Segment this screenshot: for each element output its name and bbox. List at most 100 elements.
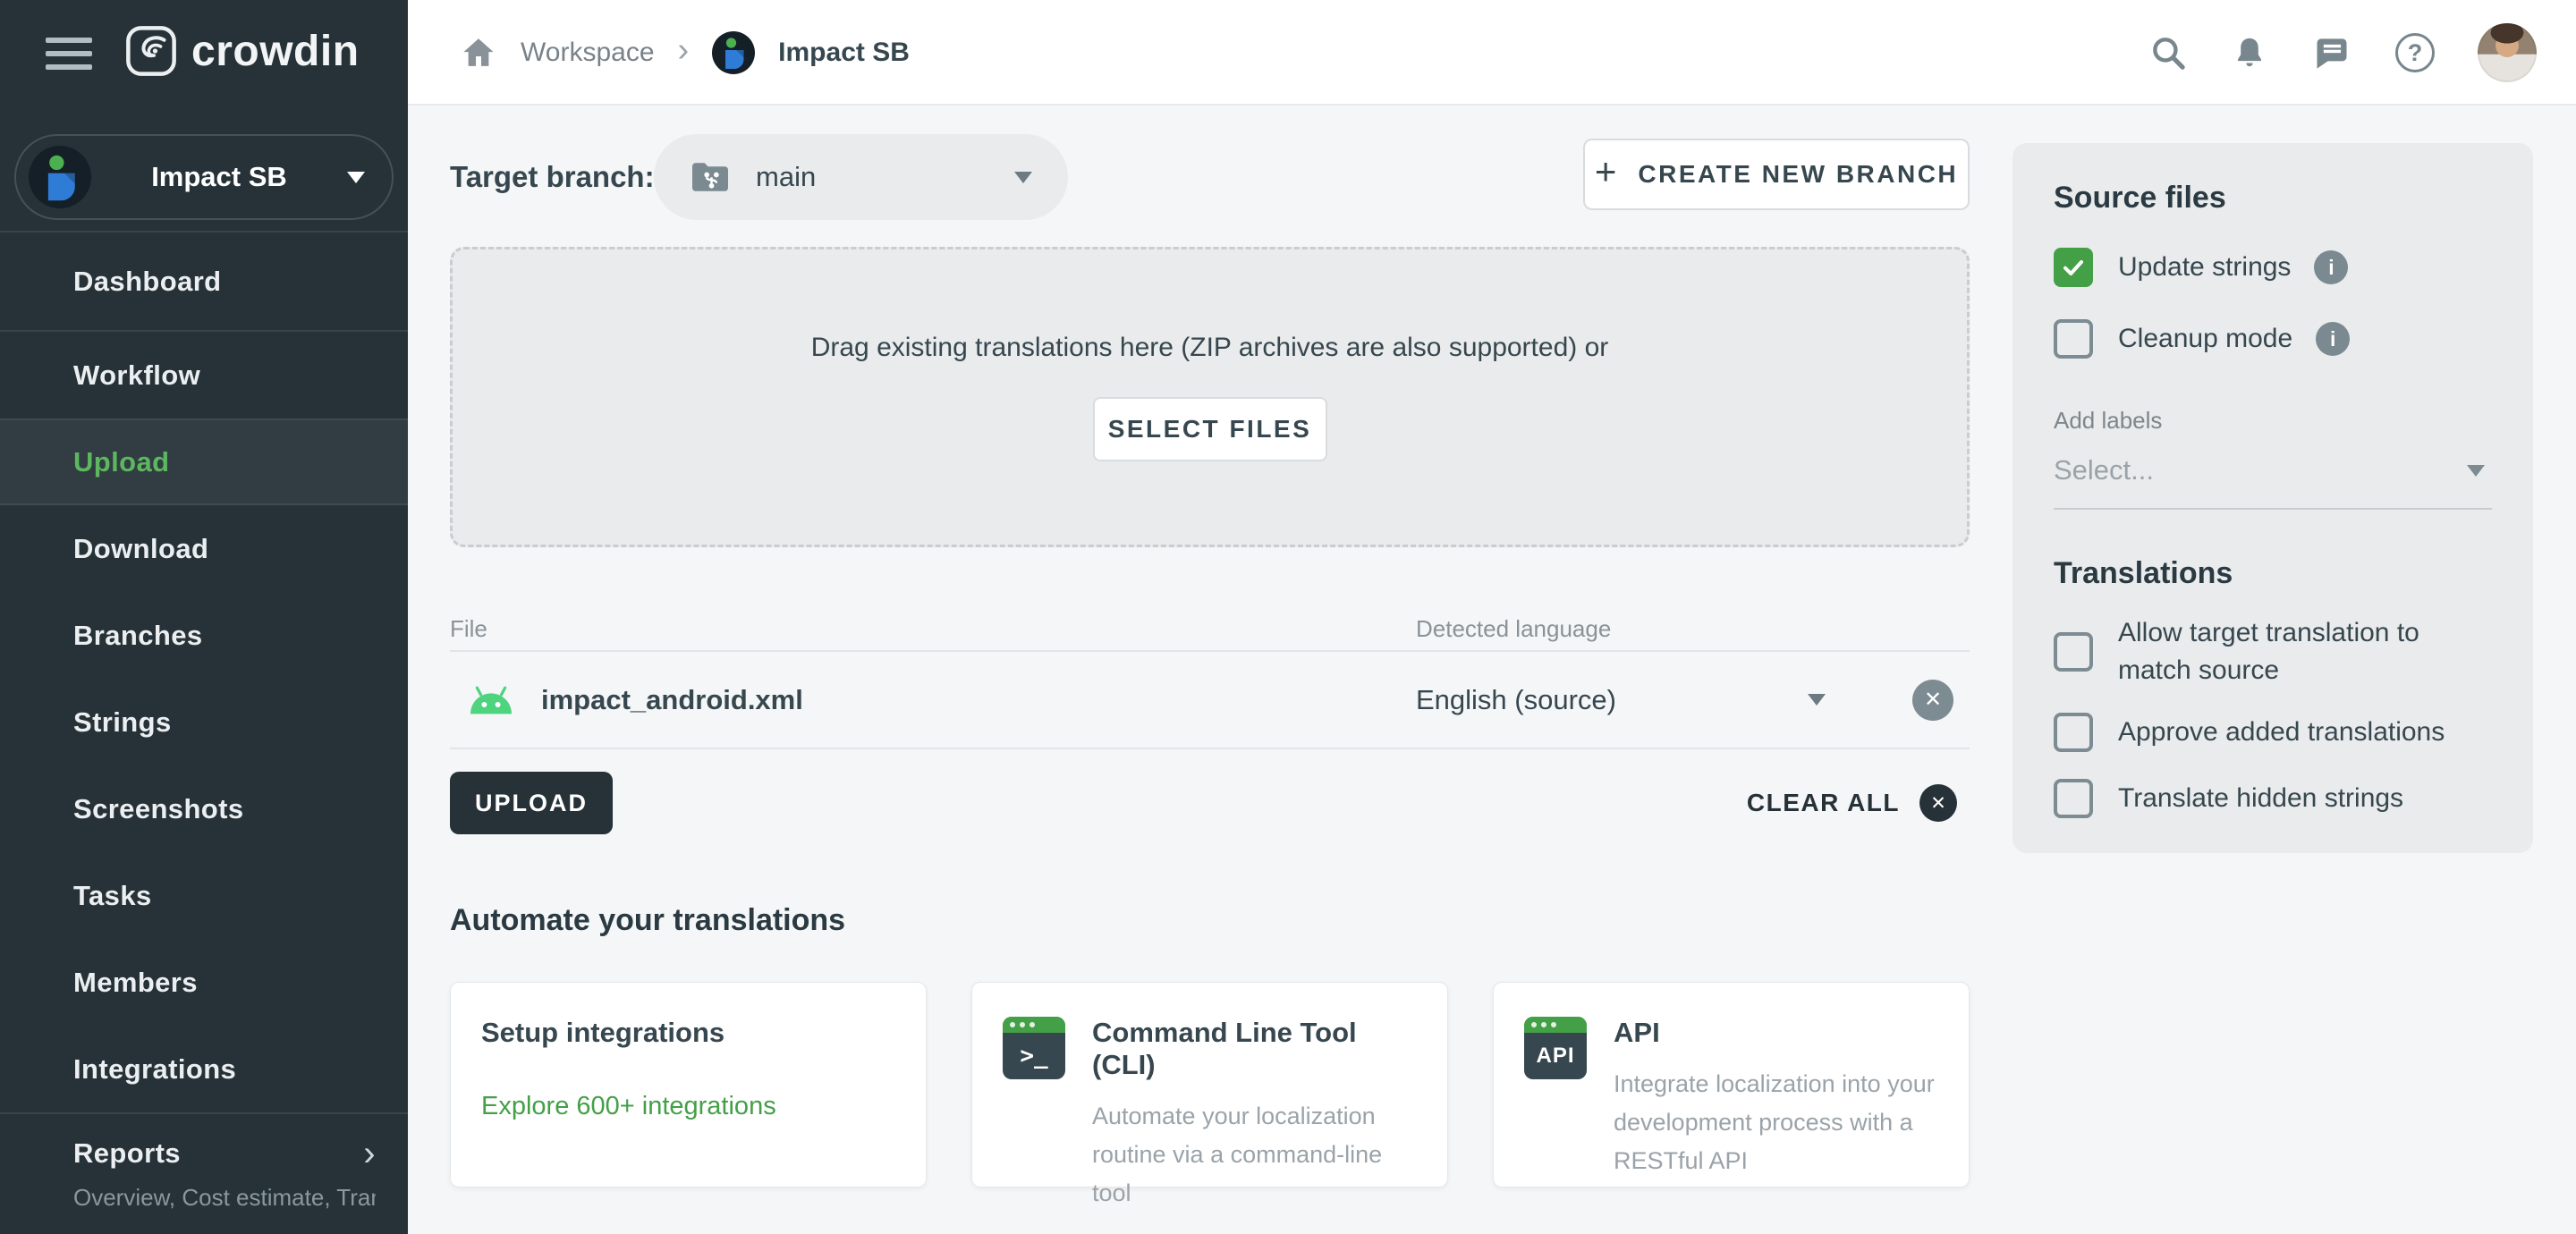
- sidebar-item-integrations[interactable]: Integrations: [0, 1026, 408, 1112]
- sidebar-item-reports[interactable]: Reports › Overview, Cost estimate, Trans…: [0, 1112, 408, 1224]
- hamburger-bar: [46, 64, 92, 70]
- cleanup-mode-checkbox[interactable]: [2054, 319, 2093, 359]
- translations-heading: Translations: [2054, 556, 2233, 590]
- sidebar-item-label: Tasks: [73, 879, 152, 911]
- clear-all-close-icon: ✕: [1919, 784, 1957, 822]
- clear-all-button[interactable]: CLEAR ALL ✕: [1747, 772, 1957, 834]
- file-dropzone[interactable]: Drag existing translations here (ZIP arc…: [450, 247, 1970, 547]
- update-strings-checkbox[interactable]: [2054, 248, 2093, 287]
- translate-hidden-checkbox[interactable]: [2054, 779, 2093, 818]
- sidebar-item-workflow[interactable]: Workflow: [0, 332, 408, 418]
- sidebar-item-label: Branches: [73, 619, 203, 651]
- setup-integrations-card[interactable]: Setup integrations Explore 600+ integrat…: [450, 982, 927, 1188]
- crowdin-app: crowdin Impact SB Dashboard Workflow Upl…: [0, 0, 2576, 1234]
- target-branch-label: Target branch:: [450, 160, 655, 193]
- dropzone-text: Drag existing translations here (ZIP arc…: [810, 333, 1609, 362]
- breadcrumb-chevron-icon: ›: [677, 30, 690, 69]
- crowdin-logo-text: crowdin: [191, 27, 360, 75]
- sidebar-menu: Dashboard Workflow Upload Download Branc…: [0, 232, 408, 1224]
- automate-translations-heading: Automate your translations: [450, 903, 846, 937]
- topbar: Workspace › Impact SB ?: [408, 0, 2576, 106]
- file-name: impact_android.xml: [541, 683, 803, 715]
- plus-icon: +: [1594, 150, 1617, 192]
- cleanup-mode-label: Cleanup mode: [2118, 324, 2293, 353]
- sidebar-item-download[interactable]: Download: [0, 505, 408, 592]
- update-strings-label: Update strings: [2118, 252, 2292, 282]
- terminal-icon-glyph: >_: [1020, 1043, 1048, 1069]
- sidebar-item-label: Download: [73, 532, 209, 564]
- cli-card[interactable]: >_ Command Line Tool (CLI) Automate your…: [971, 982, 1448, 1206]
- sidebar-item-label: Members: [73, 966, 198, 998]
- clear-all-label: CLEAR ALL: [1746, 789, 1900, 816]
- create-new-branch-label: CREATE NEW BRANCH: [1638, 160, 1959, 188]
- source-files-heading: Source files: [2054, 181, 2226, 215]
- sidebar-item-label: Upload: [73, 445, 170, 478]
- home-icon[interactable]: [460, 34, 497, 72]
- reports-subtitle: Overview, Cost estimate, Transl…: [73, 1184, 376, 1211]
- sidebar-item-branches[interactable]: Branches: [0, 592, 408, 679]
- select-files-button[interactable]: SELECT FILES: [1092, 397, 1327, 461]
- translate-hidden-row: Translate hidden strings: [2054, 779, 2492, 818]
- target-branch-select[interactable]: main: [654, 134, 1068, 220]
- notifications-bell-icon[interactable]: [2231, 33, 2268, 72]
- chevron-down-icon[interactable]: [1808, 694, 1826, 706]
- labels-select[interactable]: Select...: [2054, 454, 2492, 510]
- breadcrumb-project-avatar: [712, 31, 756, 74]
- sidebar-item-tasks[interactable]: Tasks: [0, 852, 408, 939]
- info-icon[interactable]: i: [2316, 322, 2351, 356]
- allow-match-label: Allow target translation to match source: [2118, 618, 2419, 685]
- project-avatar: [29, 146, 91, 208]
- detected-language-value: English (source): [1416, 683, 1616, 715]
- uploaded-file-row: impact_android.xml English (source) ✕: [450, 650, 1970, 749]
- android-file-icon: [468, 684, 514, 716]
- terminal-icon-titlebar: [1003, 1017, 1065, 1033]
- sidebar-item-label: Screenshots: [73, 792, 244, 824]
- sidebar-item-label: Strings: [73, 706, 172, 738]
- help-icon[interactable]: ?: [2395, 33, 2435, 72]
- window-dot: [1541, 1022, 1546, 1027]
- remove-file-button[interactable]: ✕: [1912, 679, 1953, 721]
- branch-folder-icon: [690, 159, 731, 195]
- card-title: Command Line Tool (CLI): [1092, 1017, 1357, 1080]
- column-header-file: File: [450, 615, 487, 642]
- user-avatar[interactable]: [2478, 23, 2537, 82]
- cleanup-mode-row: Cleanup mode i: [2054, 319, 2492, 359]
- breadcrumb: Workspace › Impact SB: [460, 0, 910, 106]
- allow-match-checkbox[interactable]: [2054, 632, 2093, 672]
- sidebar-item-screenshots[interactable]: Screenshots: [0, 765, 408, 852]
- detected-language-select[interactable]: English (source): [1416, 684, 1616, 716]
- crowdin-logo[interactable]: crowdin: [125, 25, 360, 77]
- api-icon-titlebar: [1524, 1017, 1587, 1033]
- chevron-down-icon: [2467, 464, 2485, 477]
- approve-added-checkbox[interactable]: [2054, 713, 2093, 752]
- window-dot: [1551, 1022, 1556, 1027]
- chevron-down-icon: [347, 171, 365, 183]
- crowdin-logo-icon: [125, 25, 177, 77]
- allow-match-row: Allow target translation to match source: [2054, 614, 2492, 689]
- window-dot: [1010, 1022, 1015, 1027]
- project-selector[interactable]: Impact SB: [14, 134, 394, 220]
- hamburger-menu-icon[interactable]: [46, 38, 92, 70]
- breadcrumb-project[interactable]: Impact SB: [778, 38, 910, 68]
- messages-chat-icon[interactable]: [2311, 33, 2352, 72]
- explore-integrations-link[interactable]: Explore 600+ integrations: [481, 1092, 895, 1121]
- card-title: Setup integrations: [481, 1017, 725, 1048]
- sidebar-item-upload[interactable]: Upload: [0, 418, 408, 505]
- sidebar-item-label: Integrations: [73, 1052, 237, 1085]
- add-labels-label: Add labels: [2054, 407, 2163, 434]
- upload-options-panel: Source files Update strings i Cleanup mo…: [2012, 143, 2533, 853]
- sidebar-item-strings[interactable]: Strings: [0, 679, 408, 765]
- create-new-branch-button[interactable]: + CREATE NEW BRANCH: [1583, 139, 1970, 210]
- api-icon-glyph: API: [1536, 1044, 1575, 1068]
- topbar-icons: ?: [2148, 0, 2537, 106]
- window-dot: [1020, 1022, 1025, 1027]
- sidebar-item-members[interactable]: Members: [0, 939, 408, 1026]
- labels-select-placeholder: Select...: [2054, 454, 2154, 486]
- info-icon[interactable]: i: [2314, 250, 2349, 284]
- upload-button[interactable]: UPLOAD: [450, 772, 613, 834]
- sidebar-item-dashboard[interactable]: Dashboard: [0, 232, 408, 332]
- search-icon[interactable]: [2148, 33, 2188, 72]
- breadcrumb-workspace[interactable]: Workspace: [521, 38, 655, 68]
- window-dot: [1030, 1022, 1035, 1027]
- api-card[interactable]: API API Integrate localization into your…: [1493, 982, 1970, 1188]
